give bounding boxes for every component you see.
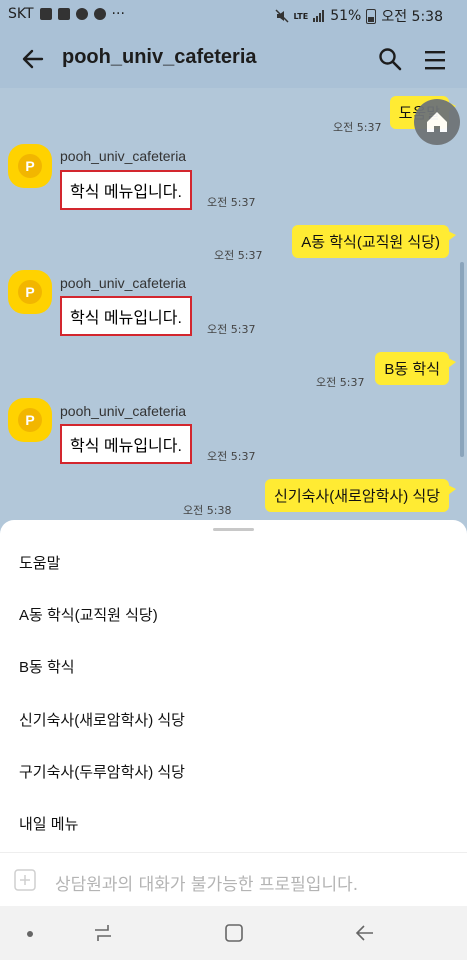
back-arrow-icon[interactable] xyxy=(20,46,46,72)
quick-reply-new-dorm[interactable]: 신기숙사(새로암학사) 식당 xyxy=(19,709,185,730)
my-message-bubble[interactable]: A동 학식(교직원 식당) xyxy=(292,225,456,258)
message-time: 오전 5:37 xyxy=(333,121,382,134)
home-icon xyxy=(427,112,447,132)
message-time: 오전 5:37 xyxy=(207,323,256,336)
nav-back-icon[interactable] xyxy=(354,922,376,944)
home-button[interactable] xyxy=(414,99,460,145)
quick-reply-old-dorm[interactable]: 구기숙사(두루암학사) 식당 xyxy=(19,761,185,782)
nav-dot-icon[interactable] xyxy=(26,930,34,938)
signal-icon xyxy=(313,10,325,22)
chat-header: pooh_univ_cafeteria xyxy=(0,30,467,88)
update-notification-icon xyxy=(93,8,106,20)
network-type-label: LTE xyxy=(293,11,309,21)
nav-home-icon[interactable] xyxy=(223,922,245,944)
message-notification-icon xyxy=(57,8,70,20)
carrier-label: SKT xyxy=(8,6,34,22)
mute-icon xyxy=(274,9,289,23)
my-message-bubble[interactable]: 신기숙사(새로암학사) 식당 xyxy=(265,479,456,512)
chat-title: pooh_univ_cafeteria xyxy=(62,46,257,68)
message-time: 오전 5:37 xyxy=(316,376,365,389)
quick-reply-help[interactable]: 도움말 xyxy=(19,552,60,573)
sender-name: pooh_univ_cafeteria xyxy=(60,148,187,164)
app-notification-icon xyxy=(75,8,88,20)
bot-avatar[interactable]: P xyxy=(8,270,52,314)
quick-reply-sheet: 도움말 A동 학식(교직원 식당) B동 학식 신기숙사(새로암학사) 식당 구… xyxy=(0,520,467,852)
quick-reply-tomorrow-menu[interactable]: 내일 메뉴 xyxy=(19,813,78,834)
sender-name: pooh_univ_cafeteria xyxy=(60,275,187,291)
hamburger-menu-icon[interactable] xyxy=(422,47,448,73)
battery-percent: 51% xyxy=(330,8,362,24)
gallery-notification-icon xyxy=(39,8,52,20)
clock: 오전 5:38 xyxy=(381,9,443,25)
recent-apps-icon[interactable] xyxy=(92,922,114,944)
bot-message-bubble[interactable]: 학식 메뉴입니다. xyxy=(60,424,192,464)
status-bar: SKT ··· LTE 51% 오전 5:38 xyxy=(0,0,467,30)
my-message-bubble[interactable]: B동 학식 xyxy=(375,352,456,385)
message-input-bar: 상담원과의 대화가 불가능한 프로필입니다. xyxy=(0,852,467,907)
quick-reply-b-building[interactable]: B동 학식 xyxy=(19,656,75,677)
system-navigation-bar xyxy=(0,906,467,960)
message-time: 오전 5:37 xyxy=(207,196,256,209)
input-disabled-placeholder: 상담원과의 대화가 불가능한 프로필입니다. xyxy=(55,875,359,895)
chat-scrollbar[interactable] xyxy=(460,262,464,457)
quick-reply-a-building[interactable]: A동 학식(교직원 식당) xyxy=(19,604,158,625)
sender-name: pooh_univ_cafeteria xyxy=(60,403,187,419)
battery-icon xyxy=(366,8,377,24)
message-time: 오전 5:38 xyxy=(183,504,232,517)
bot-avatar[interactable]: P xyxy=(8,144,52,188)
more-notifications-dots: ··· xyxy=(111,6,125,22)
bot-message-bubble[interactable]: 학식 메뉴입니다. xyxy=(60,296,192,336)
message-time: 오전 5:37 xyxy=(214,249,263,262)
chat-area[interactable]: 도움말 오전 5:37 P pooh_univ_cafeteria 학식 메뉴입… xyxy=(0,88,467,520)
plus-icon[interactable] xyxy=(14,869,36,891)
bot-avatar[interactable]: P xyxy=(8,398,52,442)
sheet-drag-handle[interactable] xyxy=(213,528,254,531)
message-time: 오전 5:37 xyxy=(207,450,256,463)
search-icon[interactable] xyxy=(377,46,403,72)
bot-message-bubble[interactable]: 학식 메뉴입니다. xyxy=(60,170,192,210)
